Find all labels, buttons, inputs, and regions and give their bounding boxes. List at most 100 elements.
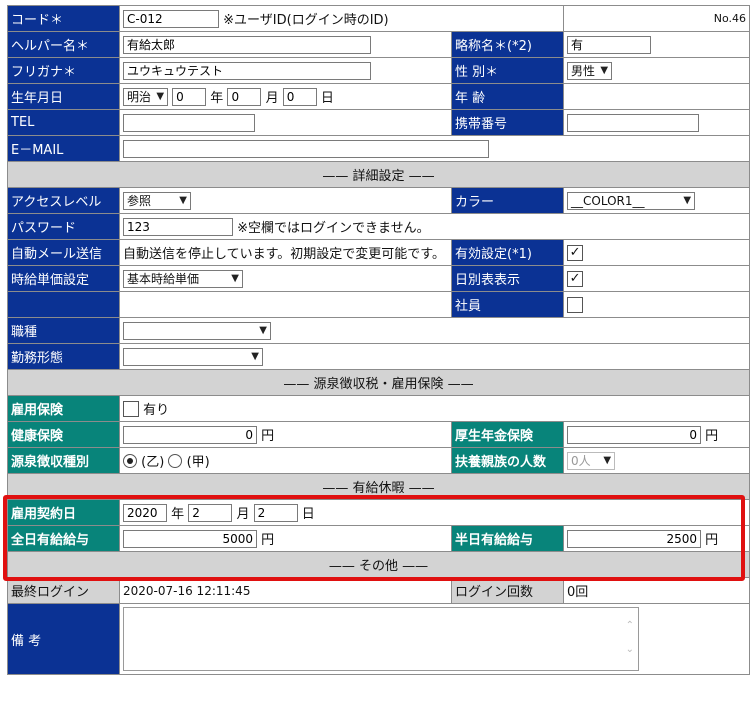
withholding-radio-otsu[interactable] (123, 453, 137, 468)
contract-year-input[interactable] (123, 503, 167, 522)
gender-select[interactable]: 男性 ▼ (567, 61, 613, 80)
yen-unit: 円 (261, 533, 275, 548)
kana-label: フリガナ＊ (7, 57, 120, 84)
health-insurance-label: 健康保険 (7, 421, 120, 448)
year-unit: 年 (210, 91, 224, 106)
withholding-label: 源泉徴収種別 (7, 447, 120, 474)
row-last-login: 最終ログイン 2020-07-16 12:11:45 ログイン回数 0回 (7, 577, 751, 604)
age-label: 年 齢 (450, 83, 565, 110)
yen-unit: 円 (261, 429, 275, 444)
password-input[interactable] (123, 217, 233, 236)
abbr-label: 略称名＊(*2) (450, 31, 565, 58)
dependents-select[interactable]: 0人 ▼ (567, 451, 616, 470)
health-insurance-input[interactable] (123, 425, 257, 444)
row-hourly: 時給単価設定 基本時給単価 ▼ 日別表表示 ✓ (7, 265, 751, 292)
half-day-pay-label: 半日有給給与 (450, 525, 565, 552)
withholding-option-otsu: (乙) (141, 455, 165, 470)
code-input[interactable] (123, 9, 219, 28)
row-helper-name: ヘルパー名＊ 略称名＊(*2) (7, 31, 751, 58)
valid-checkbox[interactable]: ✓ (567, 244, 584, 261)
pension-input[interactable] (567, 425, 702, 444)
row-withholding: 源泉徴収種別 (乙) (甲) 扶養親族の人数 0人 ▼ (7, 447, 751, 474)
email-label: E－MAIL (7, 135, 120, 162)
era-select[interactable]: 明治 ▼ (123, 87, 169, 106)
row-detail-header: —— 詳細設定 —— (6, 161, 751, 188)
row-tax-header: —— 源泉徴収税・雇用保険 —— (6, 369, 751, 396)
withholding-radio-ko[interactable] (168, 453, 183, 468)
employment-insurance-label: 雇用保険 (7, 395, 120, 422)
employee-checkbox[interactable] (567, 296, 584, 313)
row-remarks: 備 考 ⌃ ⌄ (7, 603, 751, 675)
year-unit: 年 (171, 507, 185, 522)
tel-label: TEL (7, 109, 120, 136)
birth-day-input[interactable] (282, 87, 317, 106)
employment-insurance-option: 有り (143, 403, 170, 418)
mobile-label: 携帯番号 (450, 109, 565, 136)
contract-month-input[interactable] (188, 503, 233, 522)
hourly-select[interactable]: 基本時給単価 ▼ (123, 269, 243, 288)
last-login-value: 2020-07-16 12:11:45 (119, 577, 452, 604)
employment-insurance-checkbox[interactable] (123, 400, 139, 417)
chevron-down-icon: ▼ (603, 454, 612, 466)
contract-day-input[interactable] (253, 503, 298, 522)
tax-section-header: —— 源泉徴収税・雇用保険 —— (6, 369, 751, 396)
helper-name-input[interactable] (123, 35, 371, 54)
login-count-label: ログイン回数 (450, 577, 565, 604)
mobile-input[interactable] (567, 113, 700, 132)
email-input[interactable] (123, 139, 489, 158)
daily-checkbox[interactable]: ✓ (567, 270, 584, 287)
row-other-header: —— その他 —— (6, 551, 751, 578)
chevron-down-icon: ▼ (251, 350, 259, 362)
automail-value: 自動送信を停止しています。初期設定で変更可能です。 (119, 239, 452, 266)
remarks-label: 備 考 (7, 603, 120, 675)
kana-input[interactable] (123, 61, 371, 80)
row-employee: 社員 (7, 291, 751, 318)
access-label: アクセスレベル (7, 187, 120, 214)
password-label: パスワード (7, 213, 120, 240)
birthdate-label: 生年月日 (7, 83, 120, 110)
worktype-select[interactable]: ▼ (123, 347, 263, 366)
row-access: アクセスレベル 参照 ▼ カラー __COLOR1__ ▼ (7, 187, 751, 214)
half-day-pay-input[interactable] (567, 529, 702, 548)
birth-month-input[interactable] (227, 87, 262, 106)
checkmark-icon: ✓ (569, 270, 581, 286)
row-health: 健康保険 円 厚生年金保険 円 (7, 421, 751, 448)
login-count-value: 0回 (563, 577, 751, 604)
age-value (563, 83, 751, 110)
pension-label: 厚生年金保険 (450, 421, 565, 448)
daily-label: 日別表表示 (450, 265, 565, 292)
helper-name-label: ヘルパー名＊ (7, 31, 120, 58)
record-number: No.46 (563, 5, 751, 32)
code-label: コード＊ (7, 5, 120, 32)
hourly-label: 時給単価設定 (7, 265, 120, 292)
access-select[interactable]: 参照 ▼ (123, 191, 191, 210)
row-birthdate: 生年月日 明治 ▼ 年 月 日 年 齢 (7, 83, 751, 110)
scrollbar-arrows-icon: ⌃ ⌄ (625, 620, 634, 655)
month-unit: 月 (265, 91, 279, 106)
color-select-value: __COLOR1__ (571, 193, 645, 208)
row-email: E－MAIL (7, 135, 751, 162)
color-select[interactable]: __COLOR1__ ▼ (567, 191, 696, 210)
row-code: コード＊ ※ユーザID(ログイン時のID) No.46 (7, 5, 751, 32)
detail-section-header: —— 詳細設定 —— (6, 161, 751, 188)
helper-edit-form: コード＊ ※ユーザID(ログイン時のID) No.46 ヘルパー名＊ 略称名＊(… (6, 5, 751, 675)
last-login-label: 最終ログイン (7, 577, 120, 604)
row-leave-header: —— 有給休暇 —— (6, 473, 751, 500)
row-password: パスワード ※空欄ではログインできません。 (7, 213, 751, 240)
abbr-input[interactable] (567, 35, 652, 54)
full-day-pay-input[interactable] (123, 529, 257, 548)
row-leave-pay: 全日有給給与 円 半日有給給与 円 (7, 525, 751, 552)
row-job: 職種 ▼ (7, 317, 751, 344)
password-note: ※空欄ではログインできません。 (237, 221, 430, 236)
job-select[interactable]: ▼ (123, 321, 271, 340)
chevron-down-icon: ▼ (683, 194, 692, 206)
row-employment-insurance: 雇用保険 有り (7, 395, 751, 422)
checkmark-icon: ✓ (569, 244, 581, 260)
blank-label (7, 291, 120, 318)
leave-section-header: —— 有給休暇 —— (6, 473, 751, 500)
birth-year-input[interactable] (172, 87, 207, 106)
remarks-textarea[interactable]: ⌃ ⌄ (123, 607, 639, 671)
chevron-down-icon: ▼ (231, 272, 239, 284)
tel-input[interactable] (123, 113, 255, 132)
yen-unit: 円 (705, 533, 719, 548)
